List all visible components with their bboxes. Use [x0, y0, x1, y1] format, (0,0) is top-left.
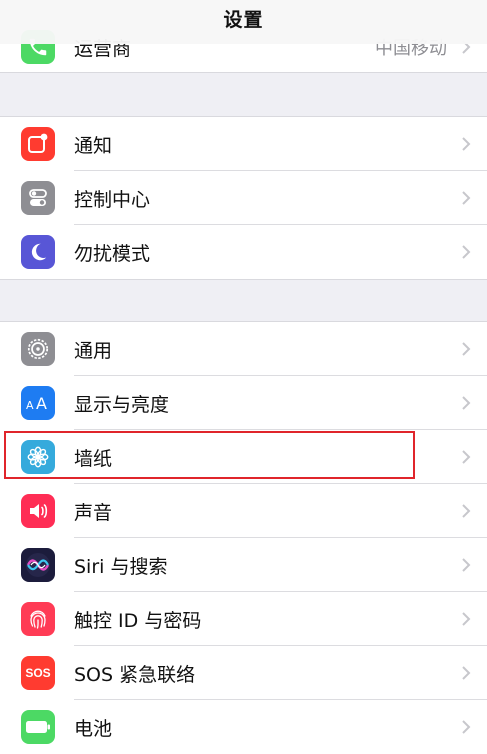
notifications-icon	[21, 127, 55, 161]
settings-row-label: 墙纸	[74, 447, 113, 470]
settings-row-label: 控制中心	[74, 188, 151, 211]
page-title: 设置	[223, 8, 264, 31]
gear-icon	[21, 332, 55, 366]
settings-row-wallpaper[interactable]: 墙纸	[0, 430, 487, 484]
chevron-right-icon	[462, 342, 471, 356]
settings-row-general[interactable]: 通用	[0, 322, 487, 376]
settings-row-label: 通用	[74, 339, 113, 362]
chevron-right-icon	[462, 396, 471, 410]
settings-row-notifications[interactable]: 通知	[0, 117, 487, 171]
chevron-right-icon	[462, 720, 471, 734]
settings-row-label: 电池	[74, 717, 113, 740]
settings-group-device: 通用 AA 显示与亮度 墙纸 声音 Siri 与搜索 触控 ID 与密码 SOS…	[0, 321, 487, 754]
settings-row-label: 触控 ID 与密码	[74, 609, 202, 632]
svg-text:A: A	[36, 394, 47, 413]
settings-row-touch-id[interactable]: 触控 ID 与密码	[0, 592, 487, 646]
settings-group-notifications: 通知 控制中心 勿扰模式	[0, 116, 487, 280]
settings-row-do-not-disturb[interactable]: 勿扰模式	[0, 225, 487, 279]
settings-row-display[interactable]: AA 显示与亮度	[0, 376, 487, 430]
chevron-right-icon	[462, 612, 471, 626]
settings-row-label: 通知	[74, 134, 113, 157]
settings-row-sounds[interactable]: 声音	[0, 484, 487, 538]
flower-icon	[21, 440, 55, 474]
battery-icon	[21, 710, 55, 744]
chevron-right-icon	[462, 450, 471, 464]
settings-row-siri[interactable]: Siri 与搜索	[0, 538, 487, 592]
speaker-icon	[21, 494, 55, 528]
chevron-right-icon	[462, 504, 471, 518]
settings-row-label: Siri 与搜索	[74, 555, 168, 578]
moon-icon	[21, 235, 55, 269]
settings-row-label: 显示与亮度	[74, 393, 170, 416]
siri-icon	[21, 548, 55, 582]
settings-row-emergency-sos[interactable]: SOS SOS 紧急联络	[0, 646, 487, 700]
navigation-bar: 设置	[0, 0, 487, 44]
settings-row-label: SOS 紧急联络	[74, 663, 196, 686]
chevron-right-icon	[462, 191, 471, 205]
settings-row-control-center[interactable]: 控制中心	[0, 171, 487, 225]
sos-icon: SOS	[21, 656, 55, 690]
sos-icon-text: SOS	[25, 666, 51, 680]
fingerprint-icon	[21, 602, 55, 636]
chevron-right-icon	[462, 666, 471, 680]
chevron-right-icon	[462, 245, 471, 259]
settings-screen: 设置 运营商 中国移动 通知 控制中心 勿扰模式 通用 A A 显示与亮度 墙纸…	[0, 0, 487, 754]
settings-row-label: 勿扰模式	[74, 242, 151, 265]
svg-text:A: A	[26, 399, 34, 412]
chevron-right-icon	[462, 137, 471, 151]
text-size-icon: AA	[21, 386, 55, 420]
settings-row-label: 声音	[74, 501, 113, 524]
chevron-right-icon	[462, 558, 471, 572]
control-center-icon	[21, 181, 55, 215]
settings-row-battery[interactable]: 电池	[0, 700, 487, 754]
